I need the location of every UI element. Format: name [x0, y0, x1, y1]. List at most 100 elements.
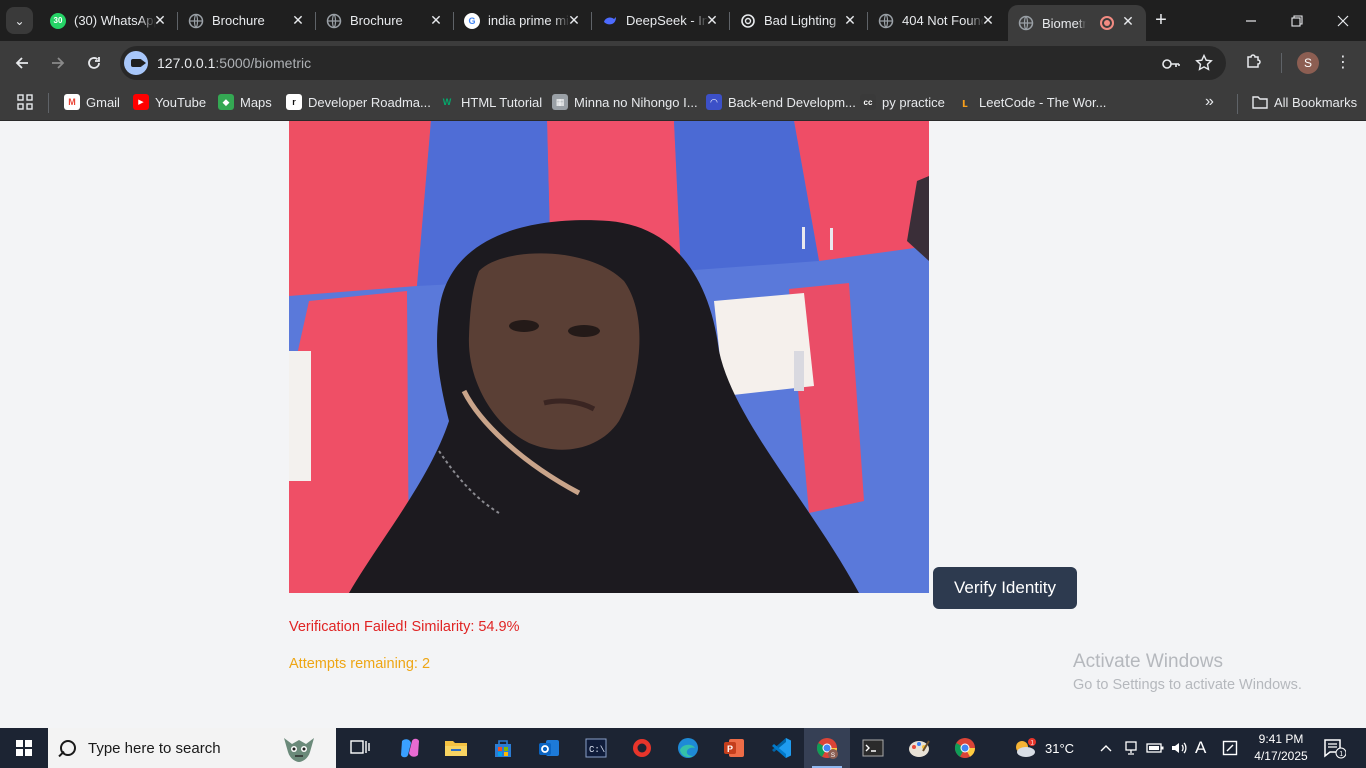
apps-grid-icon[interactable] — [17, 91, 33, 113]
tab-whatsapp[interactable]: 30 (30) WhatsApp ✕ — [40, 4, 178, 37]
outlook-icon[interactable] — [526, 728, 572, 768]
watermark-subtitle: Go to Settings to activate Windows. — [1073, 677, 1302, 693]
search-highlight-mascot-icon — [284, 738, 314, 762]
weather-cloud-icon: 1 — [1016, 738, 1036, 757]
tab-title: Biometric — [1042, 15, 1086, 31]
bookmark-label: Back-end Developm... — [728, 94, 856, 110]
start-button[interactable] — [0, 728, 48, 768]
extensions-icon[interactable] — [1242, 51, 1266, 75]
new-tab-button[interactable]: + — [1149, 8, 1173, 32]
copilot-icon[interactable] — [387, 728, 433, 768]
bookmark-backend-development[interactable]: ◠ Back-end Developm... — [706, 91, 856, 113]
powerpoint-icon[interactable]: P — [711, 728, 757, 768]
close-icon[interactable]: ✕ — [1120, 13, 1136, 30]
close-window-button[interactable] — [1320, 0, 1366, 41]
tab-brochure-1[interactable]: Brochure ✕ — [178, 4, 316, 37]
weather-temperature: 31°C — [1045, 740, 1075, 756]
network-icon[interactable] — [1124, 728, 1138, 768]
notification-center-icon[interactable]: 1 — [1322, 736, 1347, 760]
volume-icon[interactable] — [1170, 728, 1188, 768]
terminal-icon[interactable] — [850, 728, 896, 768]
tab-title: 404 Not Found — [902, 13, 984, 28]
bookmark-minna-no-nihongo[interactable]: ▦ Minna no Nihongo I... — [552, 91, 698, 113]
screen-recorder-icon[interactable] — [619, 728, 665, 768]
menu-kebab-icon[interactable]: ⋮ — [1331, 51, 1355, 75]
system-clock[interactable]: 9:41 PM 4/17/2025 — [1248, 731, 1314, 765]
task-view-icon[interactable] — [337, 728, 383, 768]
input-language-icon[interactable]: A — [1195, 728, 1206, 768]
tab-biometric[interactable]: Biometric ✕ — [1008, 5, 1146, 41]
battery-icon[interactable] — [1146, 728, 1164, 768]
close-icon[interactable]: ✕ — [290, 12, 306, 29]
bookmark-developer-roadmap[interactable]: r Developer Roadma... — [286, 91, 431, 113]
bookmark-py-practice[interactable]: cc py practice — [860, 91, 945, 113]
globe-icon — [326, 13, 342, 29]
minimize-button[interactable] — [1228, 0, 1274, 41]
search-placeholder: Type here to search — [88, 739, 221, 757]
bookmark-leetcode[interactable]: ʟ LeetCode - The Wor... — [957, 91, 1106, 113]
toolbar-divider — [1281, 53, 1282, 73]
camera-icon[interactable] — [124, 51, 148, 75]
close-icon[interactable]: ✕ — [842, 12, 858, 29]
bookmark-html-tutorial[interactable]: W HTML Tutorial — [439, 91, 542, 113]
taskbar-search[interactable]: Type here to search — [48, 728, 336, 768]
bookmarks-apps-divider — [48, 93, 49, 113]
more-bookmarks-chevron-icon[interactable]: » — [1205, 91, 1214, 113]
w3schools-icon: W — [442, 97, 452, 107]
forward-button[interactable] — [44, 49, 72, 77]
tab-brochure-2[interactable]: Brochure ✕ — [316, 4, 454, 37]
url-text[interactable]: 127.0.0.1:5000/biometric — [157, 55, 311, 71]
close-icon[interactable]: ✕ — [152, 12, 168, 29]
restore-button[interactable] — [1274, 0, 1320, 41]
chrome-profile-icon[interactable] — [942, 728, 988, 768]
svg-text:1: 1 — [1339, 751, 1343, 758]
paint-icon[interactable] — [896, 728, 942, 768]
windows-taskbar: Type here to search C:\ P S 1 31°C A 9:4… — [0, 728, 1366, 768]
close-icon[interactable]: ✕ — [980, 12, 996, 29]
globe-icon — [188, 13, 204, 29]
url-host: 127.0.0.1 — [157, 55, 216, 71]
focus-assist-icon[interactable] — [1222, 728, 1238, 768]
windows-logo-icon — [16, 740, 32, 756]
bookmark-youtube[interactable]: ▶ YouTube — [133, 91, 206, 113]
webcam-video-feed — [289, 121, 929, 593]
tab-google-search[interactable]: G india prime minister ✕ — [454, 4, 592, 37]
tab-404[interactable]: 404 Not Found ✕ — [868, 4, 1006, 37]
weather-widget[interactable]: 1 31°C — [1012, 728, 1074, 768]
reload-button[interactable] — [80, 49, 108, 77]
bookmarks-divider — [1237, 94, 1238, 114]
youtube-icon: ▶ — [133, 94, 149, 110]
tab-bad-lighting[interactable]: Bad Lighting ✕ — [730, 4, 868, 37]
page-content: Verify Identity Verification Failed! Sim… — [0, 121, 1366, 728]
password-key-icon[interactable] — [1161, 54, 1181, 74]
all-bookmarks-button[interactable]: All Bookmarks — [1252, 91, 1357, 113]
tab-deepseek[interactable]: DeepSeek - Into the Unknown ✕ — [592, 4, 730, 37]
bookmark-gmail[interactable]: M Gmail — [64, 91, 120, 113]
close-icon[interactable]: ✕ — [566, 12, 582, 29]
cmd-icon[interactable]: C:\ — [573, 728, 619, 768]
close-icon[interactable]: ✕ — [428, 12, 444, 29]
close-icon[interactable]: ✕ — [704, 12, 720, 29]
show-hidden-icons-chevron-icon[interactable] — [1100, 728, 1112, 768]
edge-icon[interactable] — [665, 728, 711, 768]
tab-title: DeepSeek - Into the Unknown — [626, 13, 708, 28]
watermark-title: Activate Windows — [1073, 651, 1223, 672]
vscode-icon[interactable] — [758, 728, 804, 768]
browser-toolbar: 127.0.0.1:5000/biometric S ⋮ — [0, 41, 1366, 85]
cc-icon: cc — [860, 94, 876, 110]
chrome-icon[interactable]: S — [804, 728, 850, 768]
activate-windows-watermark: Activate Windows Go to Settings to activ… — [1073, 651, 1302, 693]
book-icon: ▦ — [552, 94, 568, 110]
profile-avatar[interactable]: S — [1297, 52, 1319, 74]
tab-strip: ⌄ 30 (30) WhatsApp ✕ Brochure ✕ Brochure… — [0, 0, 1366, 41]
bookmark-label: LeetCode - The Wor... — [979, 94, 1107, 110]
bookmark-star-icon[interactable] — [1194, 53, 1214, 74]
verify-identity-button[interactable]: Verify Identity — [933, 567, 1077, 609]
bookmark-maps[interactable]: ◆ Maps — [218, 91, 272, 113]
address-bar[interactable]: 127.0.0.1:5000/biometric — [120, 46, 1226, 80]
file-explorer-icon[interactable] — [433, 728, 479, 768]
back-button[interactable] — [8, 49, 36, 77]
tab-search-button[interactable]: ⌄ — [6, 7, 33, 34]
microsoft-store-icon[interactable] — [480, 728, 526, 768]
tab-title: india prime minister — [488, 13, 570, 28]
